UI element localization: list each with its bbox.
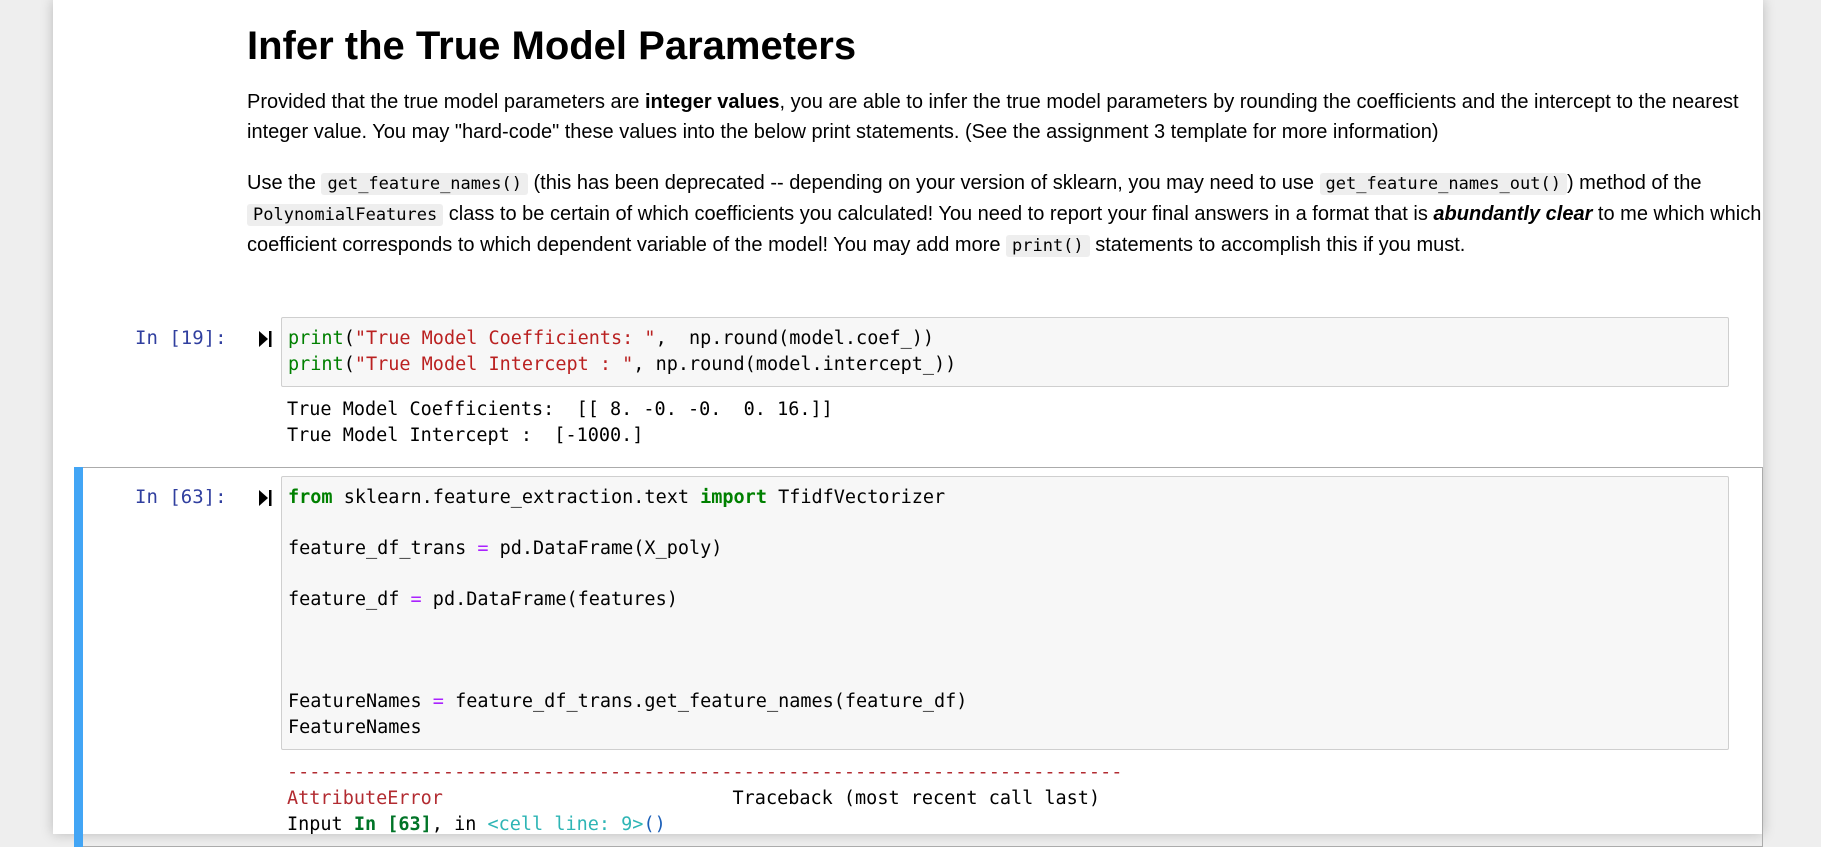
selected-cell-indicator (74, 467, 83, 847)
cell-line-link[interactable]: <cell line: 9> (488, 814, 644, 835)
error-separator: ----------------------------------------… (287, 762, 1123, 783)
inline-code: get_feature_names() (321, 173, 528, 195)
code-line: FeatureNames (288, 716, 422, 738)
traceback-label: Traceback (most recent call last) (732, 788, 1101, 809)
text: class to be certain of which coefficient… (443, 203, 1434, 225)
bold-italic-text: abundantly clear (1433, 203, 1593, 225)
output-line: True Model Coefficients: [[ 8. -0. -0. 0… (287, 399, 833, 420)
inline-code: PolynomialFeatures (247, 204, 444, 226)
run-cell-icon[interactable] (258, 330, 272, 348)
text: statements to accomplish this if you mus… (1089, 234, 1466, 256)
text: ) method of the (1566, 172, 1702, 194)
inline-code: print() (1006, 235, 1090, 257)
code-line: from sklearn.feature_extraction.text imp… (288, 487, 946, 508)
inline-code: get_feature_names_out() (1319, 173, 1567, 195)
error-name: AttributeError (287, 788, 443, 809)
code-line: feature_df = pd.DataFrame(features) (288, 589, 678, 610)
notebook-container: Infer the True Model Parameters Provided… (53, 0, 1763, 847)
error-location: Input In [63], in <cell line: 9>() (287, 814, 666, 835)
code-line: print("True Model Intercept : ", np.roun… (288, 353, 957, 375)
code-line: FeatureNames = feature_df_trans.get_feat… (288, 691, 968, 712)
cell-output-19: True Model Coefficients: [[ 8. -0. -0. 0… (287, 397, 833, 449)
text: (this has been deprecated -- depending o… (527, 172, 1320, 194)
code-editor-19[interactable]: print("True Model Coefficients: ", np.ro… (281, 317, 1729, 387)
error-header: AttributeError Traceback (most recent ca… (287, 786, 1122, 812)
code-line: print("True Model Coefficients: ", np.ro… (288, 328, 935, 349)
cell-error-output-63: ----------------------------------------… (287, 760, 1122, 838)
run-cell-icon[interactable] (258, 489, 272, 507)
text: Provided that the true model parameters … (247, 91, 645, 113)
bold-text: integer values (645, 91, 780, 113)
markdown-paragraph-1: Provided that the true model parameters … (247, 87, 1762, 147)
text: Use the (247, 172, 322, 194)
markdown-paragraph-2: Use the get_feature_names() (this has be… (247, 168, 1762, 261)
code-editor-63[interactable]: from sklearn.feature_extraction.text imp… (281, 476, 1729, 750)
markdown-heading: Infer the True Model Parameters (247, 24, 857, 68)
output-line: True Model Intercept : [-1000.] (287, 425, 644, 446)
code-line: feature_df_trans = pd.DataFrame(X_poly) (288, 538, 723, 559)
